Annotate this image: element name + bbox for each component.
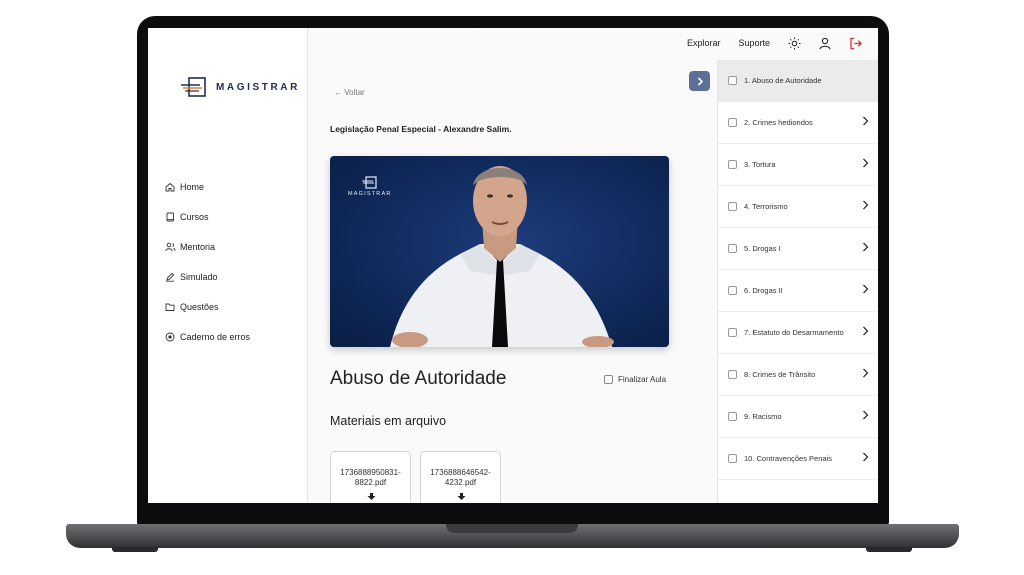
lesson-item-label: 1. Abuso de Autoridade	[744, 76, 822, 85]
folder-icon	[164, 301, 176, 313]
file-name-line1: 1736888646542-	[430, 468, 491, 477]
laptop-foot-left	[112, 547, 158, 552]
checkbox[interactable]	[728, 454, 737, 463]
suporte-link[interactable]: Suporte	[738, 38, 770, 48]
top-bar: Explorar Suporte	[308, 28, 878, 58]
pen-icon	[164, 271, 176, 283]
toggle-lessons-button[interactable]	[689, 71, 710, 91]
finalize-lesson-checkbox[interactable]: Finalizar Aula	[604, 375, 666, 384]
chevron-right-icon	[697, 76, 703, 86]
users-icon	[164, 241, 176, 253]
lesson-item[interactable]: 2. Crimes hediondos	[718, 102, 878, 144]
lesson-title: Abuso de Autoridade	[330, 368, 507, 389]
lesson-item[interactable]: 7. Estatuto do Desarmamento	[718, 312, 878, 354]
checkbox[interactable]	[728, 286, 737, 295]
sidebar-item-caderno-de-erros[interactable]: Caderno de erros	[164, 322, 250, 352]
camera-notch	[471, 16, 553, 28]
lesson-item-label: 9. Racismo	[744, 412, 782, 421]
chevron-right-icon	[863, 116, 869, 126]
laptop-foot-right	[866, 547, 912, 552]
video-player[interactable]: MAGISTRAR	[330, 156, 669, 347]
checkbox[interactable]	[728, 412, 737, 421]
file-card[interactable]: 1736888950831- 8822.pdf	[330, 451, 411, 503]
sun-icon[interactable]	[788, 37, 801, 50]
book-icon	[164, 211, 176, 223]
lesson-item-label: 7. Estatuto do Desarmamento	[744, 328, 844, 337]
checkbox[interactable]	[604, 375, 613, 384]
lesson-item[interactable]: 8. Crimes de Trânsito	[718, 354, 878, 396]
sidebar-item-cursos[interactable]: Cursos	[164, 202, 250, 232]
lesson-item[interactable]: 6. Drogas II	[718, 270, 878, 312]
logo-mark-icon	[181, 77, 206, 97]
laptop-opening-lip	[446, 524, 578, 533]
explorar-link[interactable]: Explorar	[687, 38, 721, 48]
file-name-line1: 1736888950831-	[340, 468, 401, 477]
lesson-item[interactable]: 9. Racismo	[718, 396, 878, 438]
logo-text: MAGISTRAR	[216, 81, 300, 93]
home-icon	[164, 181, 176, 193]
lesson-item-label: 5. Drogas I	[744, 244, 781, 253]
finalize-label: Finalizar Aula	[618, 375, 667, 384]
chevron-right-icon	[863, 368, 869, 378]
checkbox[interactable]	[728, 160, 737, 169]
checkbox[interactable]	[728, 118, 737, 127]
course-title: Legislação Penal Especial - Alexandre Sa…	[330, 124, 512, 134]
sidebar-item-label: Mentoria	[180, 242, 216, 252]
user-icon[interactable]	[819, 37, 831, 50]
sidebar: MAGISTRAR Home Cursos Mentoria Simulado …	[148, 28, 308, 503]
lesson-item-label: 6. Drogas II	[744, 286, 783, 295]
chevron-right-icon	[863, 284, 869, 294]
back-link[interactable]: ← Voltar	[334, 88, 365, 97]
logout-icon[interactable]	[849, 37, 862, 50]
sidebar-item-label: Caderno de erros	[180, 332, 251, 342]
lesson-list: 1. Abuso de Autoridade 2. Crimes hediond…	[717, 60, 878, 503]
circle-dot-icon	[164, 331, 176, 343]
lesson-item[interactable]: 3. Tortura	[718, 144, 878, 186]
sidebar-item-home[interactable]: Home	[164, 172, 250, 202]
lesson-item-label: 8. Crimes de Trânsito	[744, 370, 816, 379]
lesson-item-label: 4. Terrorismo	[744, 202, 788, 211]
download-icon[interactable]	[457, 493, 466, 503]
presenter-image	[390, 166, 614, 347]
chevron-right-icon	[863, 452, 869, 462]
sidebar-item-label: Questões	[180, 302, 219, 312]
sidebar-item-simulado[interactable]: Simulado	[164, 262, 250, 292]
screen: MAGISTRAR Home Cursos Mentoria Simulado …	[148, 28, 878, 503]
lesson-item[interactable]: 4. Terrorismo	[718, 186, 878, 228]
sidebar-item-label: Home	[180, 182, 205, 192]
checkbox[interactable]	[728, 328, 737, 337]
chevron-right-icon	[863, 242, 869, 252]
materials-title: Materiais em arquivo	[330, 414, 447, 428]
checkbox[interactable]	[728, 244, 737, 253]
download-icon[interactable]	[367, 493, 376, 503]
file-name-line2: 4232.pdf	[444, 478, 477, 487]
arrow-left-icon: ←	[334, 88, 342, 97]
sidebar-item-label: Simulado	[180, 272, 218, 282]
checkbox[interactable]	[728, 76, 737, 85]
checkbox[interactable]	[728, 370, 737, 379]
chevron-right-icon	[863, 326, 869, 336]
lesson-item-label: 2. Crimes hediondos	[744, 118, 813, 127]
lesson-item-label: 3. Tortura	[744, 160, 776, 169]
logo[interactable]: MAGISTRAR	[180, 76, 300, 98]
sidebar-item-questoes[interactable]: Questões	[164, 292, 250, 322]
lesson-item[interactable]: 1. Abuso de Autoridade	[718, 60, 878, 102]
sidebar-item-mentoria[interactable]: Mentoria	[164, 232, 250, 262]
checkbox[interactable]	[728, 202, 737, 211]
lesson-item[interactable]: 10. Contravenções Penais	[718, 438, 878, 480]
lesson-item-label: 10. Contravenções Penais	[744, 454, 832, 463]
sidebar-nav: Home Cursos Mentoria Simulado Questões C…	[164, 172, 250, 352]
lesson-item[interactable]: 5. Drogas I	[718, 228, 878, 270]
chevron-right-icon	[863, 158, 869, 168]
back-label: Voltar	[344, 88, 365, 97]
chevron-right-icon	[863, 410, 869, 420]
file-name-line2: 8822.pdf	[354, 478, 387, 487]
chevron-right-icon	[863, 200, 869, 210]
file-card[interactable]: 1736888646542- 4232.pdf	[420, 451, 501, 503]
sidebar-item-label: Cursos	[180, 212, 209, 222]
